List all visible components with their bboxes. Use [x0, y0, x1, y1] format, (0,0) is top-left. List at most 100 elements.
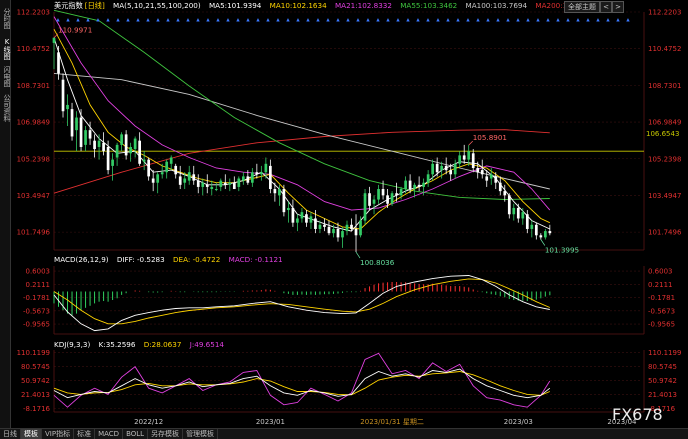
- sidebar-tab-company[interactable]: 公司资料: [0, 94, 11, 122]
- candle-body: [246, 176, 250, 183]
- candle-body: [336, 228, 340, 238]
- ma-label: MA(5,10,21,55,100,200): [113, 1, 201, 10]
- candle-body: [350, 224, 353, 229]
- candle-body: [543, 231, 547, 238]
- candle-body: [151, 178, 155, 183]
- candle-body: [368, 193, 371, 206]
- period-marker-icon: ▲: [446, 18, 450, 23]
- theme-menu-button[interactable]: 全部主题: [564, 1, 600, 13]
- sidebar-tab-flash[interactable]: 闪电图: [0, 66, 11, 87]
- period-marker-icon: ▲: [406, 18, 410, 23]
- period-marker-icon: ▲: [186, 18, 190, 23]
- candle-body: [183, 178, 187, 183]
- candle-body: [70, 109, 74, 137]
- candle-body: [264, 163, 268, 173]
- period-marker-icon: ▲: [396, 18, 400, 23]
- ma100-value: MA100:103.7694: [465, 1, 528, 10]
- chart-canvas[interactable]: 112.2203 112.2203 110.4752 110.4752 108.7301…: [0, 0, 688, 438]
- candle-body: [138, 140, 141, 164]
- period-marker-icon: ▲: [266, 18, 270, 23]
- kdj-y-tick-right: 50.9742: [648, 377, 677, 385]
- period-marker-icon: ▲: [246, 18, 250, 23]
- candle-body: [241, 176, 245, 181]
- candle-body: [52, 37, 56, 43]
- candle-body: [408, 180, 412, 190]
- period-marker-icon: ▲: [206, 18, 210, 23]
- period-marker-icon: ▲: [136, 18, 140, 23]
- macd-y-tick-left: 0.6003: [26, 268, 51, 276]
- period-marker-icon: ▲: [506, 18, 510, 23]
- macd-y-tick-right: -0.1781: [648, 294, 675, 302]
- period-marker-icon: ▲: [466, 18, 470, 23]
- period-marker-icon: ▲: [296, 18, 300, 23]
- period-marker-icon: ▲: [616, 18, 620, 23]
- nav-next-button[interactable]: >: [612, 1, 624, 13]
- macd-y-tick-right: 0.2111: [648, 281, 673, 289]
- candle-body: [93, 140, 96, 150]
- candle-body: [314, 218, 317, 229]
- macd-y-tick-right: -0.9565: [648, 321, 675, 329]
- candle-body: [404, 180, 407, 190]
- nav-prev-button[interactable]: <: [600, 1, 612, 13]
- candle-body: [201, 182, 205, 187]
- period-marker-icon: ▲: [116, 18, 120, 23]
- candle-body: [178, 176, 182, 185]
- price-y-tick-right: 105.2398: [648, 155, 681, 163]
- period-marker-icon: ▲: [156, 18, 160, 23]
- candle-body: [120, 134, 123, 145]
- period-marker-icon: ▲: [366, 18, 370, 23]
- period-marker-icon: ▲: [576, 18, 580, 23]
- price-annotation-label: 105.8901: [473, 133, 507, 142]
- kdj-y-tick-right: 80.5745: [648, 363, 677, 371]
- price-y-tick-left: 108.7301: [17, 82, 50, 90]
- candle-body: [462, 155, 466, 160]
- period-marker-icon: ▲: [566, 18, 570, 23]
- macd-diff: DIFF: -0.5283: [116, 255, 165, 264]
- period-marker-icon: ▲: [346, 18, 350, 23]
- candle-body: [467, 151, 471, 160]
- candle-body: [305, 214, 308, 223]
- kdj-y-tick-left: 50.9742: [21, 377, 50, 385]
- candle-body: [431, 163, 434, 175]
- price-y-tick-right: 103.4947: [648, 192, 681, 200]
- ma10-value: MA10:102.1634: [269, 1, 327, 10]
- period-marker-icon: ▲: [556, 18, 560, 23]
- candle-body: [516, 207, 520, 219]
- candle-body: [422, 182, 425, 187]
- candle-body: [273, 189, 277, 194]
- candle-body: [530, 224, 534, 229]
- candle-body: [485, 176, 489, 181]
- period-marker-icon: ▲: [76, 18, 80, 23]
- candle-body: [363, 193, 367, 221]
- period-marker-icon: ▲: [176, 18, 180, 23]
- candle-body: [372, 199, 376, 204]
- x-axis-date-label: 2023/01: [256, 418, 285, 426]
- candle-body: [512, 207, 516, 215]
- price-y-tick-left: 112.2203: [17, 8, 50, 16]
- sidebar-tab-intraday[interactable]: 分时图: [0, 8, 11, 29]
- candle-body: [133, 138, 137, 150]
- candle-body: [75, 117, 78, 131]
- period-marker-icon: ▲: [256, 18, 260, 23]
- period-marker-icon: ▲: [386, 18, 390, 23]
- candle-body: [296, 218, 299, 223]
- macd-value: MACD: -0.1121: [228, 255, 283, 264]
- candle-body: [269, 165, 272, 190]
- sidebar-tab-kline[interactable]: K线图: [0, 38, 11, 60]
- candle-body: [534, 224, 538, 236]
- candle-body: [147, 159, 151, 177]
- ma100-line: [53, 72, 550, 190]
- sidebar: 分时图 K线图 闪电图 公司资料: [0, 0, 11, 430]
- period-marker-icon: ▲: [306, 18, 310, 23]
- period-marker-icon: ▲: [426, 18, 430, 23]
- candle-body: [291, 207, 295, 223]
- candle-body: [323, 224, 326, 227]
- kdj-k-line: [53, 368, 551, 399]
- candle-body: [282, 189, 286, 213]
- ma10-line: [53, 28, 550, 230]
- candle-body: [237, 178, 241, 187]
- macd-y-tick-left: -0.5673: [23, 307, 50, 315]
- kdj-y-tick-left: -8.1716: [23, 405, 51, 413]
- period-marker-icon: ▲: [96, 18, 100, 23]
- ma21-line: [53, 16, 551, 211]
